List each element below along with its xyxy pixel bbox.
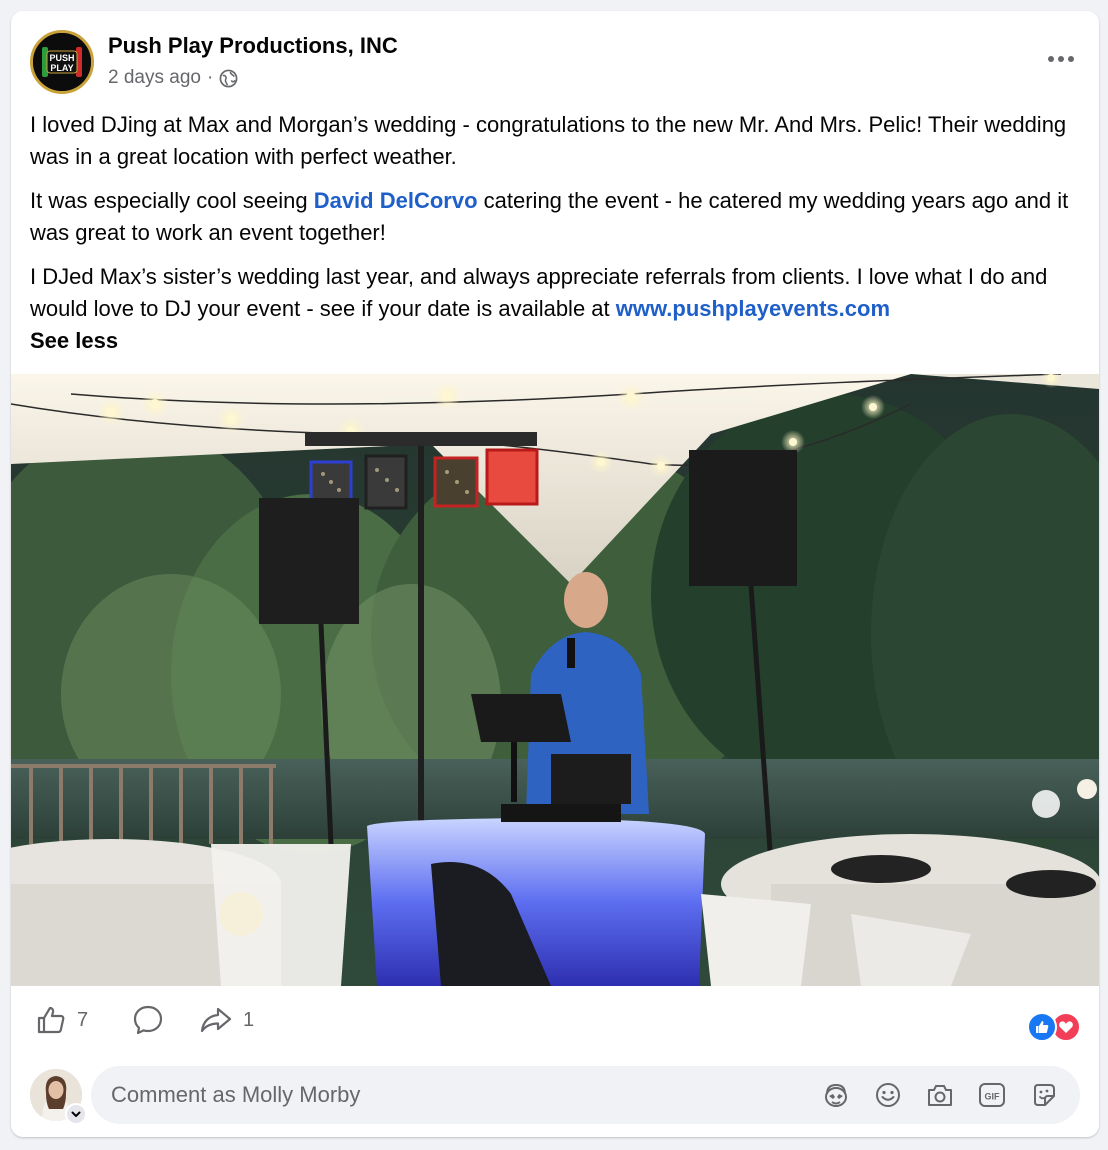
dj-event-photo <box>11 374 1099 986</box>
emoji-icon[interactable] <box>872 1079 904 1111</box>
post-meta: 2 days ago · <box>108 67 238 89</box>
sticker-icon[interactable] <box>1028 1079 1060 1111</box>
logo-text-bottom: PLAY <box>50 63 73 73</box>
camera-icon[interactable] <box>924 1079 956 1111</box>
website-link[interactable]: www.pushplayevents.com <box>616 296 890 321</box>
globe-icon[interactable] <box>219 69 238 88</box>
more-options-button[interactable] <box>1039 39 1083 79</box>
page-avatar[interactable]: PUSH PLAY <box>30 30 94 94</box>
push-play-logo: PUSH PLAY <box>33 33 91 91</box>
paragraph-2-start: It was especially cool seeing <box>30 188 314 213</box>
comment-box: GIF <box>91 1066 1080 1124</box>
reaction-summary[interactable] <box>1027 1012 1081 1042</box>
post-card: PUSH PLAY Push Play Productions, INC 2 d… <box>11 11 1099 1137</box>
page-name-link[interactable]: Push Play Productions, INC <box>108 33 398 59</box>
comment-composer: GIF <box>11 1061 1099 1131</box>
post-paragraph-2: It was especially cool seeing David DelC… <box>30 185 1088 249</box>
avatar-sticker-icon[interactable] <box>820 1079 852 1111</box>
tagged-person-link[interactable]: David DelCorvo <box>314 188 478 213</box>
chevron-down-icon[interactable] <box>65 1103 87 1125</box>
comment-tools: GIF <box>820 1079 1060 1111</box>
more-dot <box>1048 56 1054 62</box>
post-timestamp[interactable]: 2 days ago <box>108 67 201 89</box>
more-dot <box>1058 56 1064 62</box>
see-less-button[interactable]: See less <box>30 325 1088 357</box>
gif-icon[interactable]: GIF <box>976 1079 1008 1111</box>
like-reaction-icon <box>1027 1012 1057 1042</box>
post-photo[interactable] <box>11 374 1099 986</box>
post-paragraph-3: I DJed Max’s sister’s wedding last year,… <box>30 261 1088 325</box>
comment-bubble-icon <box>131 1003 165 1037</box>
logo-text-top: PUSH <box>49 53 74 63</box>
gif-label: GIF <box>985 1092 1001 1102</box>
post-actions: 7 1 <box>11 986 1099 1056</box>
post-body: I loved DJing at Max and Morgan’s weddin… <box>30 109 1088 357</box>
share-button[interactable]: 1 <box>199 1000 254 1040</box>
paragraph-3-start: I DJed Max’s sister’s wedding last year,… <box>30 264 1048 321</box>
thumbs-up-icon <box>35 1004 67 1036</box>
like-count: 7 <box>77 1008 89 1031</box>
share-arrow-icon <box>199 1004 233 1036</box>
more-dot <box>1068 56 1074 62</box>
comment-input[interactable] <box>111 1066 791 1124</box>
share-count: 1 <box>243 1008 255 1031</box>
post-paragraph-1: I loved DJing at Max and Morgan’s weddin… <box>30 112 1067 169</box>
like-button[interactable]: 7 <box>35 1000 88 1040</box>
post-header: PUSH PLAY Push Play Productions, INC 2 d… <box>11 11 1099 106</box>
comment-button[interactable] <box>131 1000 165 1040</box>
meta-separator: · <box>206 67 214 88</box>
